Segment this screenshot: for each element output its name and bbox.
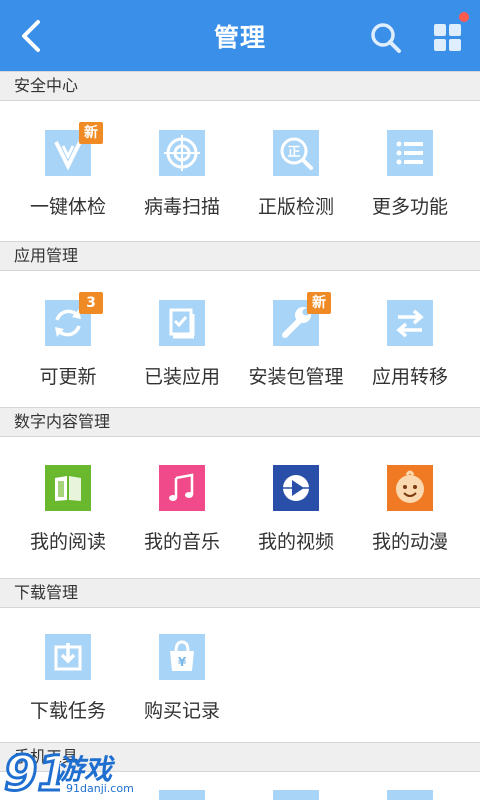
list-icon	[387, 130, 433, 176]
tile-installed-apps[interactable]: 已装应用	[122, 290, 242, 410]
section-header-security: 安全中心	[0, 71, 480, 101]
tile-my-video[interactable]: 我的视频	[236, 455, 356, 575]
tile-label: 购买记录	[143, 700, 220, 722]
tile-label: 下载任务	[29, 700, 106, 722]
notification-dot	[459, 12, 469, 22]
tile-updatable[interactable]: 3 可更新	[8, 290, 128, 410]
download-icon	[45, 634, 91, 680]
tile-app-transfer[interactable]: 应用转移	[350, 290, 470, 410]
tile-package-management[interactable]: 新 安装包管理	[236, 290, 356, 410]
svg-text:91: 91	[4, 746, 60, 798]
tile-purchase-records[interactable]: ¥ 购买记录	[122, 624, 242, 744]
top-bar: 管理	[0, 0, 480, 72]
section-header-app-management: 应用管理	[0, 241, 480, 271]
video-play-icon	[273, 465, 319, 511]
page-title: 管理	[213, 23, 266, 52]
genuine-check-icon: 正	[273, 130, 319, 176]
update-count-badge: 3	[79, 292, 103, 314]
svg-text:¥: ¥	[178, 655, 187, 669]
book-icon	[45, 465, 91, 511]
tile-genuine-check[interactable]: 正 正版检测	[236, 120, 356, 240]
shopping-bag-icon: ¥	[159, 634, 205, 680]
tile-my-cartoon[interactable]: 我的动漫	[350, 455, 470, 575]
tile-label: 应用转移	[371, 366, 448, 388]
tile-download-tasks[interactable]: 下载任务	[8, 624, 128, 744]
new-badge: 新	[79, 122, 103, 144]
watermark-logo-icon: 91	[3, 745, 61, 799]
tile-label: 一键体检	[29, 196, 106, 218]
search-button[interactable]	[366, 18, 406, 58]
tile-one-click-check[interactable]: 新 一键体检	[8, 120, 128, 240]
tile-label: 安装包管理	[248, 366, 344, 388]
section-header-download-management: 下载管理	[0, 578, 480, 608]
section-header-digital-content: 数字内容管理	[0, 407, 480, 437]
svg-text:正: 正	[287, 145, 300, 160]
new-badge: 新	[307, 292, 331, 314]
installed-apps-icon	[159, 300, 205, 346]
tile-label: 我的阅读	[29, 531, 106, 553]
back-button[interactable]	[12, 14, 52, 58]
tile-label: 正版检测	[257, 196, 334, 218]
cartoon-face-icon	[387, 465, 433, 511]
tile-my-reading[interactable]: 我的阅读	[8, 455, 128, 575]
music-note-icon	[159, 465, 205, 511]
virus-scan-icon	[159, 130, 205, 176]
tile-label: 我的视频	[257, 531, 334, 553]
watermark-url: 91danji.com	[66, 782, 134, 795]
grid-icon	[434, 24, 461, 51]
transfer-icon	[387, 300, 433, 346]
tile-label: 更多功能	[371, 196, 448, 218]
tile-label: 已装应用	[143, 366, 220, 388]
tile-label: 我的动漫	[371, 531, 448, 553]
search-icon	[371, 23, 401, 53]
tile-my-music[interactable]: 我的音乐	[122, 455, 242, 575]
tile-virus-scan[interactable]: 病毒扫描	[122, 120, 242, 240]
tile-more-features[interactable]: 更多功能	[350, 120, 470, 240]
menu-button[interactable]	[428, 18, 468, 58]
back-arrow-icon	[22, 20, 40, 52]
tile-label: 病毒扫描	[143, 196, 220, 218]
tile-label: 可更新	[39, 366, 97, 388]
tile-label: 我的音乐	[143, 531, 220, 553]
